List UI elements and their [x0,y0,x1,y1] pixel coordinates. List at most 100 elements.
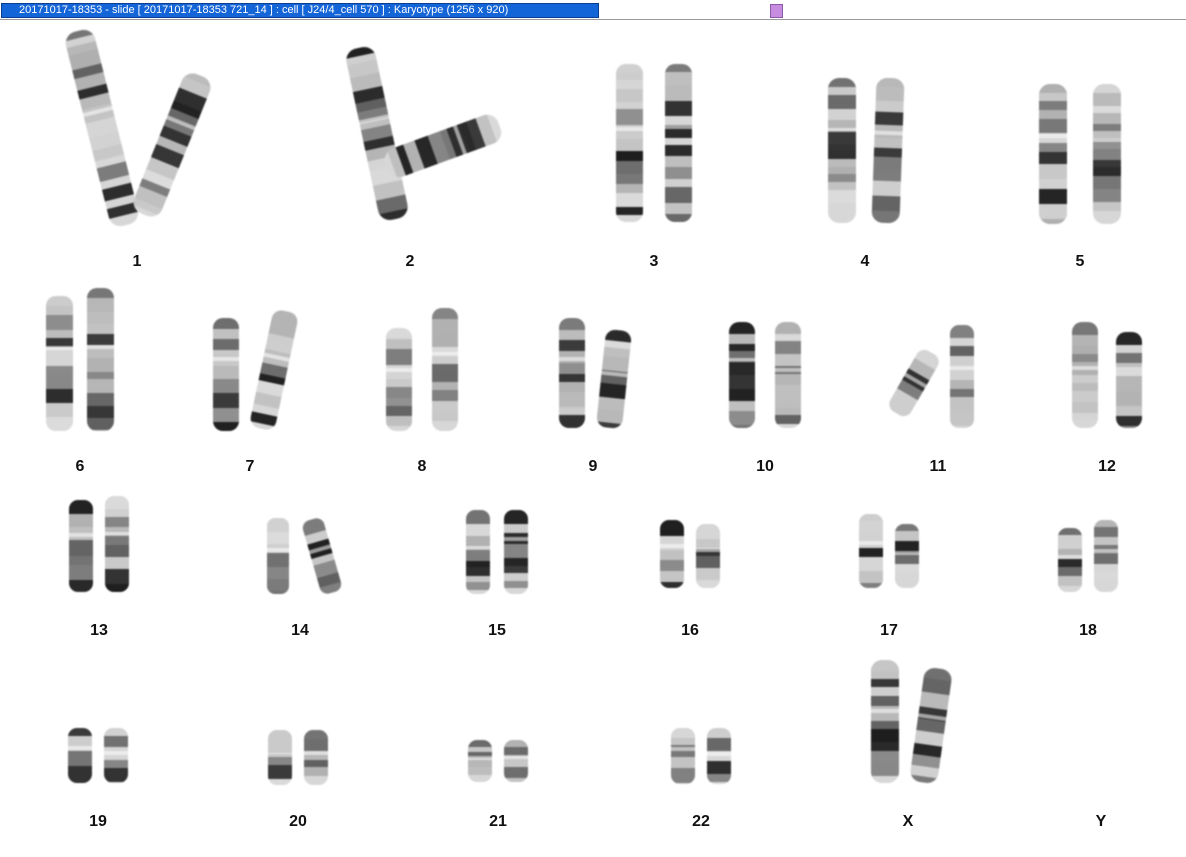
chromosome-1-a[interactable] [63,27,141,229]
chromosome-band [616,139,643,151]
chromosome-18-b[interactable] [1094,520,1118,592]
centromere [1094,549,1118,553]
chromosome-label: 1 [132,253,142,270]
centromere [87,345,114,349]
chromosome-5-a[interactable] [1039,84,1067,224]
chromosome-22-b[interactable] [707,728,731,784]
chromosome-band [775,408,801,415]
chromosome-17-b[interactable] [895,524,919,588]
chromosome-band [466,582,490,590]
chromosome-band [871,751,899,761]
chromosome-9-a[interactable] [559,318,585,428]
chromosome-band [1116,367,1142,376]
chromosome-15-a[interactable] [466,510,490,594]
centromere [386,368,412,372]
chromosome-6-b[interactable] [87,288,114,431]
chromosome-band [950,338,974,346]
chromosome-8-b[interactable] [432,308,458,431]
chromosome-band [729,361,755,375]
chromosome-12-a[interactable] [1072,322,1098,428]
chromosome-band [1072,375,1098,383]
chromosome-11-a[interactable] [886,346,942,420]
chromosome-6-a[interactable] [46,296,73,431]
chromosome-8-a[interactable] [386,328,412,431]
chromosome-band [707,774,731,782]
centromere [468,756,492,760]
chromosome-2-b[interactable] [381,111,505,181]
chromosome-18-a[interactable] [1058,528,1082,592]
chromosome-14-a[interactable] [267,518,289,594]
chromosome-11-b[interactable] [950,325,974,428]
chromosome-band [432,390,458,401]
chromosome-19-a[interactable] [68,728,92,783]
chromosome-16-b[interactable] [696,524,720,588]
chromosome-band [46,296,73,306]
chromosome-band [828,144,856,151]
chromosome-band [104,728,128,736]
chromosome-band [871,210,900,224]
chromosome-band [1093,131,1121,138]
chromosome-band [105,557,129,569]
chromosome-10-b[interactable] [775,322,801,428]
chromosome-band [665,214,692,222]
chromosome-20-a[interactable] [268,730,292,785]
chromosome-band [729,322,755,334]
chromosome-band [69,591,93,592]
chromosome-band [1072,346,1098,354]
window-title[interactable]: 20171017-18353 - slide [ 20171017-18353 … [1,3,599,18]
chromosome-9-b[interactable] [595,328,633,430]
chromosome-4-b[interactable] [871,77,905,224]
chromosome-15-b[interactable] [504,510,528,594]
chromosome-band [707,738,731,751]
chromosome-7-b[interactable] [248,308,300,432]
centromere [213,357,239,361]
chromosome-band [68,751,92,766]
chromosome-17-a[interactable] [859,514,883,588]
chromosome-band [87,430,114,431]
chromosome-label: 12 [1098,458,1116,475]
chromosome-3-b[interactable] [665,64,692,222]
chromosome-22-a[interactable] [671,728,695,784]
chromosome-band [1039,101,1067,110]
chromosome-band [1039,204,1067,219]
chromosome-band [504,581,528,588]
chromosome-band [665,187,692,203]
chromosome-3-a[interactable] [616,64,643,222]
chromosome-1-b[interactable] [129,69,215,221]
chromosome-band [386,406,412,416]
chromosome-13-b[interactable] [105,496,129,592]
scroll-thumb[interactable] [770,4,783,18]
chromosome-12-b[interactable] [1116,332,1142,428]
chromosome-band [665,138,692,145]
chromosome-band [1094,520,1118,527]
chromosome-10-a[interactable] [729,322,755,428]
chromosome-20-b[interactable] [304,730,328,785]
chromosome-band [213,408,239,422]
chromosome-band [559,407,585,415]
chromosome-21-b[interactable] [504,740,528,782]
chromosome-band [671,768,695,783]
chromosome-19-b[interactable] [104,728,128,783]
chromosome-band [432,401,458,412]
chromosome-X-b[interactable] [909,666,953,785]
chromosome-band [859,521,883,534]
chromosome-4-a[interactable] [828,78,856,223]
chromosome-label: 16 [681,622,699,639]
chromosome-2-a[interactable] [344,44,410,223]
centromere [267,548,289,552]
chromosome-band [1116,416,1142,426]
centromere [729,358,755,362]
chromosome-band [213,422,239,431]
chromosome-21-a[interactable] [468,740,492,782]
chromosome-7-a[interactable] [213,318,239,431]
chromosome-X-a[interactable] [871,660,899,783]
chromosome-band [87,379,114,393]
chromosome-13-a[interactable] [69,500,93,592]
chromosome-band [213,379,239,393]
chromosome-16-a[interactable] [660,520,684,588]
chromosome-band [87,406,114,418]
chromosome-band [950,389,974,397]
chromosome-5-b[interactable] [1093,84,1121,224]
chromosome-14-b[interactable] [300,516,344,596]
chromosome-label: 20 [289,813,307,830]
